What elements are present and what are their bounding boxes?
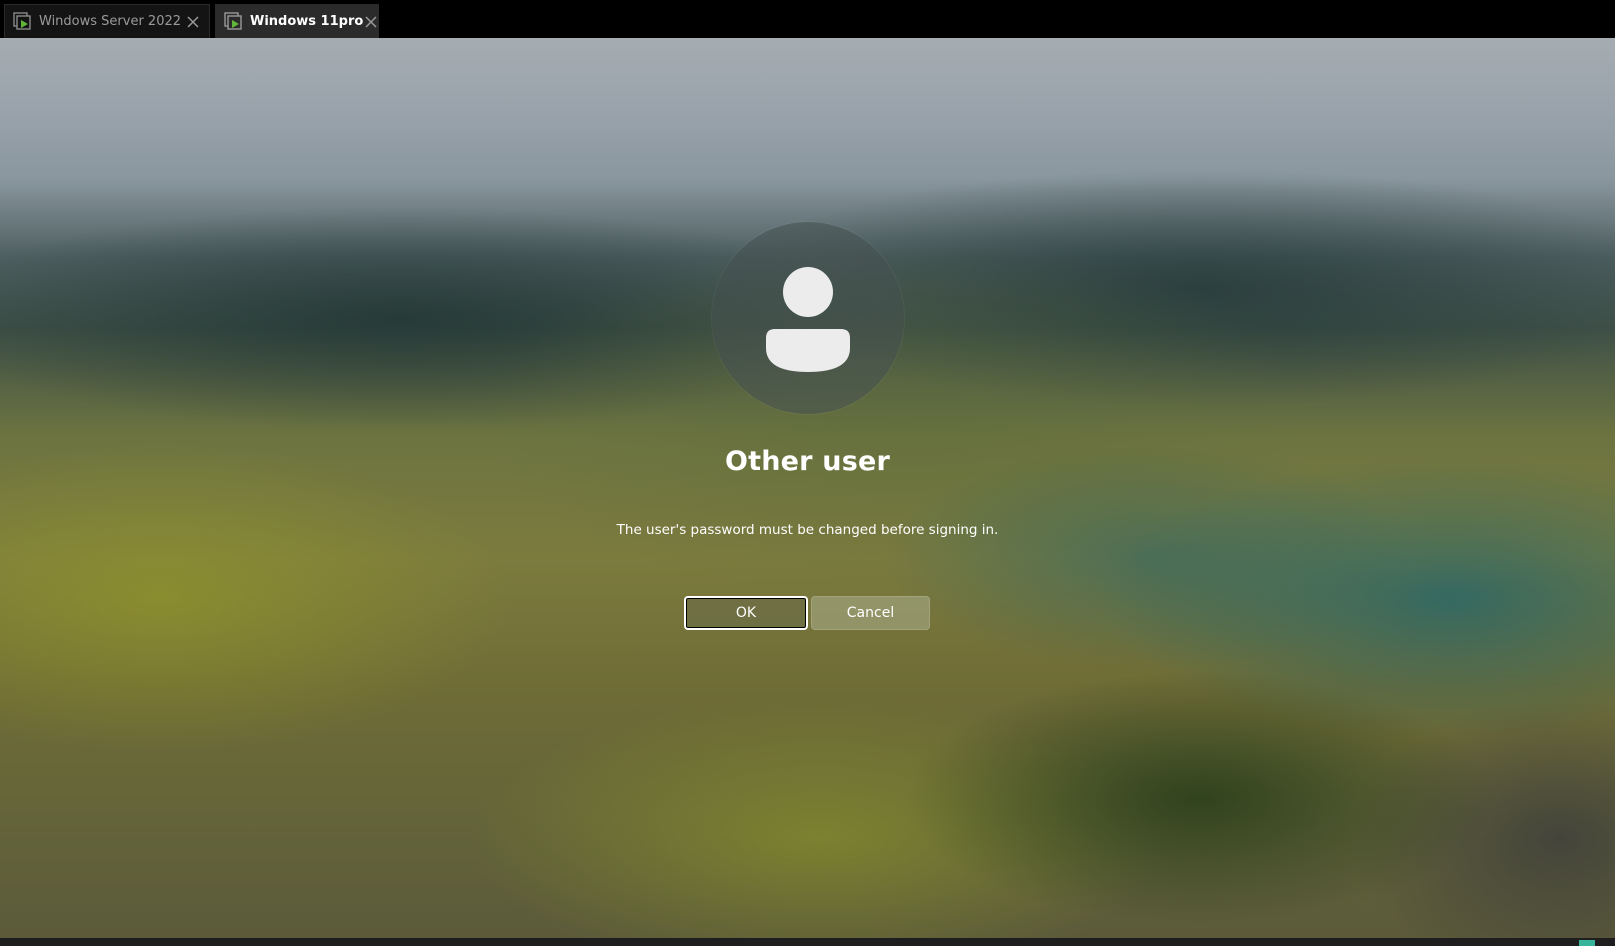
tray-indicator xyxy=(1579,940,1595,946)
vm-status-strip xyxy=(0,938,1615,946)
close-icon[interactable] xyxy=(185,14,201,30)
user-icon xyxy=(766,267,850,372)
vm-console-icon xyxy=(224,11,242,30)
password-change-message: The user's password must be changed befo… xyxy=(616,522,999,538)
tab-label: Windows Server 2022 xyxy=(39,14,182,29)
vm-tab-bar: Windows Server 2022 Windows 11pro xyxy=(0,0,1615,38)
avatar xyxy=(712,222,904,414)
tab-label: Windows 11pro xyxy=(250,14,364,29)
ok-button[interactable]: OK xyxy=(684,596,808,630)
vm-console-icon xyxy=(13,11,31,30)
close-icon[interactable] xyxy=(363,14,379,30)
tab-windows-server-2022[interactable]: Windows Server 2022 xyxy=(4,4,210,38)
user-name: Other user xyxy=(724,446,891,477)
tab-windows-11pro[interactable]: Windows 11pro xyxy=(215,4,379,38)
cancel-button[interactable]: Cancel xyxy=(811,596,930,630)
vm-screen-lock-background xyxy=(0,38,1615,938)
